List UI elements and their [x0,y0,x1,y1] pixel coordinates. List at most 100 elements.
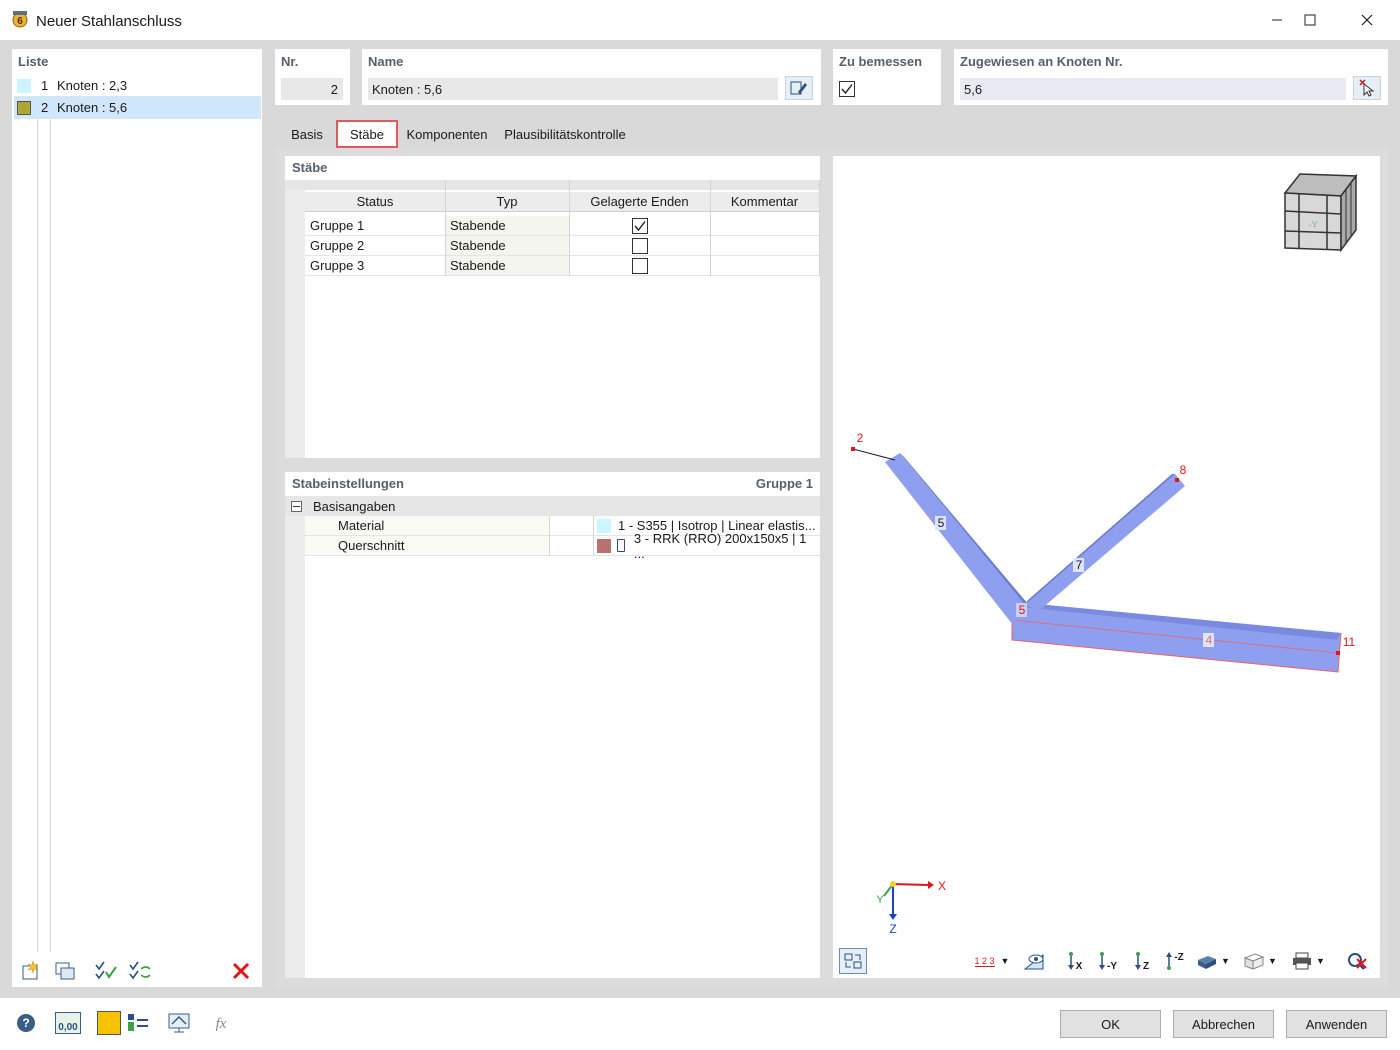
tree-line [50,97,51,952]
member-settings-section: Stabeinstellungen Gruppe 1 Basisangaben … [285,472,820,978]
axis-z-label: Z [889,922,896,936]
col-status-header[interactable]: Status [305,192,445,212]
transparency-icon[interactable]: ▼ [1239,948,1281,974]
table-row-supported[interactable] [569,256,710,276]
tab-plausibilitaetskontrolle[interactable]: Plausibilitätskontrolle [496,120,634,148]
table-row-comment[interactable] [710,216,819,236]
section-value[interactable]: 3 - RRK (RRO) 200x150x5 | 1 ... [593,531,820,561]
color-icon[interactable] [95,1009,123,1037]
collapse-icon[interactable] [291,500,302,512]
view-sync-icon[interactable] [839,948,867,974]
col-comment-header[interactable]: Kommentar [710,192,819,212]
grid-line [445,180,446,276]
axis-neg-z-icon[interactable]: -Z [1160,948,1188,974]
supported-checkbox-2[interactable] [631,237,648,254]
node-2-point[interactable] [851,447,855,451]
design-group: Zu bemessen [833,49,941,105]
new-item-icon[interactable] [18,959,44,983]
apply-button[interactable]: Anwenden [1286,1010,1387,1038]
table-row-typ[interactable]: Stabende [445,236,569,256]
color-swatch [17,100,31,115]
name-field[interactable]: Knoten : 5,6 [368,78,778,100]
table-row-supported[interactable] [569,236,710,256]
supported-checkbox-3[interactable] [631,257,648,274]
formula-icon[interactable]: fx [207,1009,235,1037]
reset-view-icon[interactable] [1343,948,1371,974]
member-label-4: 4 [1206,633,1213,647]
svg-text:?: ? [22,1016,29,1030]
close-icon[interactable] [1344,0,1390,40]
node-label-5: 5 [1019,603,1026,617]
axis-z-icon[interactable]: Z [1127,948,1155,974]
view-cube-icon[interactable]: -Y [1283,173,1358,253]
maximize-icon[interactable] [1287,0,1333,40]
basisangaben-row[interactable]: Basisangaben [285,496,820,516]
table-row-typ[interactable]: Stabende [445,256,569,276]
table-row-comment[interactable] [710,256,819,276]
section-color-swatch [597,538,611,553]
list-item-number: 2 [41,100,49,115]
table-row-status[interactable]: Gruppe 1 [305,216,445,236]
axis-x-icon[interactable]: X [1060,948,1088,974]
toggle-check-icon[interactable] [127,959,153,983]
design-label: Zu bemessen [839,54,923,69]
table-row-status[interactable]: Gruppe 3 [305,256,445,276]
view-settings-icon[interactable] [165,1009,193,1037]
settings-group: Gruppe 1 [755,476,813,491]
units-icon[interactable]: 0,00 [53,1009,83,1037]
nr-field[interactable]: 2 [281,78,343,100]
axis-y-label: Y [876,894,884,906]
material-unit [549,516,593,536]
grid-line [569,180,570,276]
grid-line [549,516,550,556]
member-label-5: 5 [938,516,945,530]
cancel-button[interactable]: Abbrechen [1173,1010,1274,1038]
pick-node-icon[interactable] [1353,76,1381,100]
copy-item-icon[interactable] [52,959,78,983]
table-row-supported[interactable] [569,216,710,236]
list-item-1[interactable]: 1 Knoten : 2,3 [14,74,261,97]
list-item-label: Knoten : 2,3 [57,78,128,93]
tab-basis[interactable]: Basis [281,120,333,148]
section-label: Querschnitt [305,536,549,556]
numbering-label: 1 2 3 [974,955,995,967]
print-icon[interactable]: ▼ [1287,948,1329,974]
tab-staebe[interactable]: Stäbe [336,120,398,148]
axis-neg-y-icon[interactable]: -Y [1093,948,1121,974]
list-item-number: 1 [41,78,49,93]
list-item-2[interactable]: 2 Knoten : 5,6 [14,96,261,119]
table-row-comment[interactable] [710,236,819,256]
3d-view[interactable]: 2 8 5 11 5 7 4 -Y X Y Z [833,156,1380,978]
ok-button[interactable]: OK [1060,1010,1161,1038]
assigned-nodes-field[interactable]: 5,6 [960,78,1346,100]
settings-title: Stabeinstellungen [292,476,404,491]
display-properties-icon[interactable] [124,1009,152,1037]
col-typ-header[interactable]: Typ [445,192,569,212]
table-row-typ[interactable]: Stabende [445,216,569,236]
3d-model[interactable]: 2 8 5 11 5 7 4 -Y X Y Z [833,156,1380,978]
app-icon: 6 [10,9,30,29]
tab-komponenten[interactable]: Komponenten [400,120,494,148]
help-icon[interactable]: ? [12,1009,40,1037]
member-4[interactable] [1012,603,1341,672]
check-all-icon[interactable] [93,959,119,983]
delete-icon[interactable] [228,959,254,983]
axis-x-label: X [938,879,946,893]
row-header-column [285,190,305,458]
member-5[interactable] [885,453,1025,625]
col-supported-header[interactable]: Gelagerte Enden [569,192,710,212]
node-11-point[interactable] [1336,651,1340,655]
render-mode-icon[interactable]: ▼ [1192,948,1234,974]
name-label: Name [368,54,404,69]
window-title: Neuer Stahlanschluss [36,13,182,30]
node-8-point[interactable] [1175,478,1179,482]
title-bar [0,0,1400,40]
edit-name-icon[interactable] [785,76,813,100]
member-7[interactable] [1025,474,1185,610]
design-checkbox[interactable] [839,81,855,97]
table-row-status[interactable]: Gruppe 2 [305,236,445,256]
view-eye-icon[interactable] [1020,948,1048,974]
supported-checkbox-1[interactable] [631,217,648,234]
axis-x-button-label: X [1075,960,1083,972]
numbering-icon[interactable]: 1 2 3 ▼ [970,948,1014,974]
